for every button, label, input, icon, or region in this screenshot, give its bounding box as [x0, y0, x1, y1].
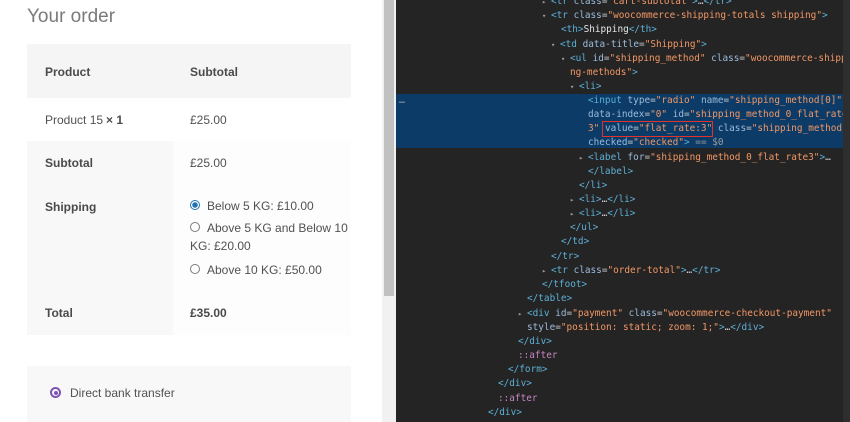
radio-checked-icon[interactable]: [190, 200, 200, 210]
dom-node-line: ng-methods">: [570, 67, 638, 78]
dom-node-line[interactable]: </tfoot>: [396, 278, 850, 293]
page-scrollbar-thumb[interactable]: [384, 0, 394, 296]
total-label: Total: [45, 306, 73, 320]
shipping-row: Shipping Below 5 KG: £10.00 Above 5 KG a…: [27, 184, 351, 289]
checkout-page: Your order Product Subtotal Product 15 × …: [0, 0, 382, 422]
radio-unchecked-icon[interactable]: [190, 264, 200, 274]
subtotal-label: Subtotal: [45, 156, 93, 170]
payment-radio-icon[interactable]: [50, 387, 61, 398]
dom-node-line[interactable]: ▸ <div id="payment" class="woocommerce-ch…: [396, 307, 850, 322]
dom-node-line[interactable]: ::after: [396, 392, 850, 407]
dom-node-line[interactable]: ▸ <tr class="order-total">…</tr>: [396, 264, 850, 279]
total-row: Total £35.00: [27, 289, 351, 335]
dom-node-line[interactable]: </div>: [396, 406, 850, 421]
dom-node-line[interactable]: </table>: [396, 292, 850, 307]
dom-node-line[interactable]: </label>: [396, 165, 850, 180]
payment-method-label[interactable]: Direct bank transfer: [70, 386, 175, 400]
dom-node-line-selected[interactable]: <input type="radio" name="shipping_metho…: [396, 94, 850, 109]
radio-unchecked-icon[interactable]: [190, 222, 200, 232]
dom-node-line[interactable]: </td>: [396, 235, 850, 250]
payment-methods-box: Direct bank transfer: [27, 366, 351, 422]
subtotal-row: Subtotal £25.00: [27, 141, 351, 184]
product-column-header: Product: [45, 65, 91, 79]
dom-node-line[interactable]: ▾ <td data-title="Shipping">: [396, 38, 850, 53]
order-review-table: Product Subtotal Product 15 × 1 £25.00 Su…: [27, 44, 351, 335]
dom-node-line[interactable]: </tr>: [396, 250, 850, 265]
subtotal-column-header: Subtotal: [190, 65, 238, 79]
devtools-elements-panel: … ▸ <tr class="cart-subtotal">…</tr> ▾ <tr…: [396, 0, 850, 422]
value-highlight-box: [602, 121, 713, 137]
dom-node-line[interactable]: </li>: [396, 179, 850, 194]
dom-node-line[interactable]: ▾ <ul id="shipping_method" class="woocomm…: [396, 52, 850, 67]
shipping-label: Shipping: [45, 200, 97, 214]
dom-node-line[interactable]: ▸ <li>…</li>: [396, 207, 850, 222]
item-name: Product 15: [45, 113, 104, 127]
table-header-row: Product Subtotal: [27, 44, 351, 98]
dom-node-line[interactable]: </div>: [396, 335, 850, 350]
order-heading: Your order: [27, 6, 116, 27]
item-price: £25.00: [190, 113, 227, 127]
dom-node-line[interactable]: </ul>: [396, 221, 850, 236]
dom-node-line[interactable]: ▸ <label for="shipping_method_0_flat_rate…: [396, 151, 850, 166]
dom-node-line[interactable]: </form>: [396, 363, 850, 378]
dom-node-line[interactable]: ▾ <li>: [396, 80, 850, 95]
dom-node-line[interactable]: </div>: [396, 377, 850, 392]
page-scrollbar[interactable]: [382, 0, 396, 422]
item-quantity: × 1: [106, 113, 124, 127]
dom-node-line-selected: checked="checked"> == $0: [588, 137, 724, 148]
dom-node-line[interactable]: ▾ <tr class="woocommerce-shipping-totals …: [396, 9, 850, 24]
subtotal-value: £25.00: [190, 156, 227, 170]
dom-node-line: style="position: static; zoom: 1;">…</di…: [527, 322, 765, 333]
cart-item-row: Product 15 × 1 £25.00: [27, 98, 351, 141]
dom-node-line[interactable]: ::after: [396, 349, 850, 364]
dom-node-line[interactable]: <th>Shipping</th>: [396, 23, 850, 38]
shipping-methods: Below 5 KG: £10.00 Above 5 KG and Below …: [190, 199, 348, 277]
total-value: £35.00: [190, 306, 227, 320]
devtools-scrollbar[interactable]: [843, 0, 850, 422]
dom-node-line[interactable]: ▸ <li>…</li>: [396, 193, 850, 208]
